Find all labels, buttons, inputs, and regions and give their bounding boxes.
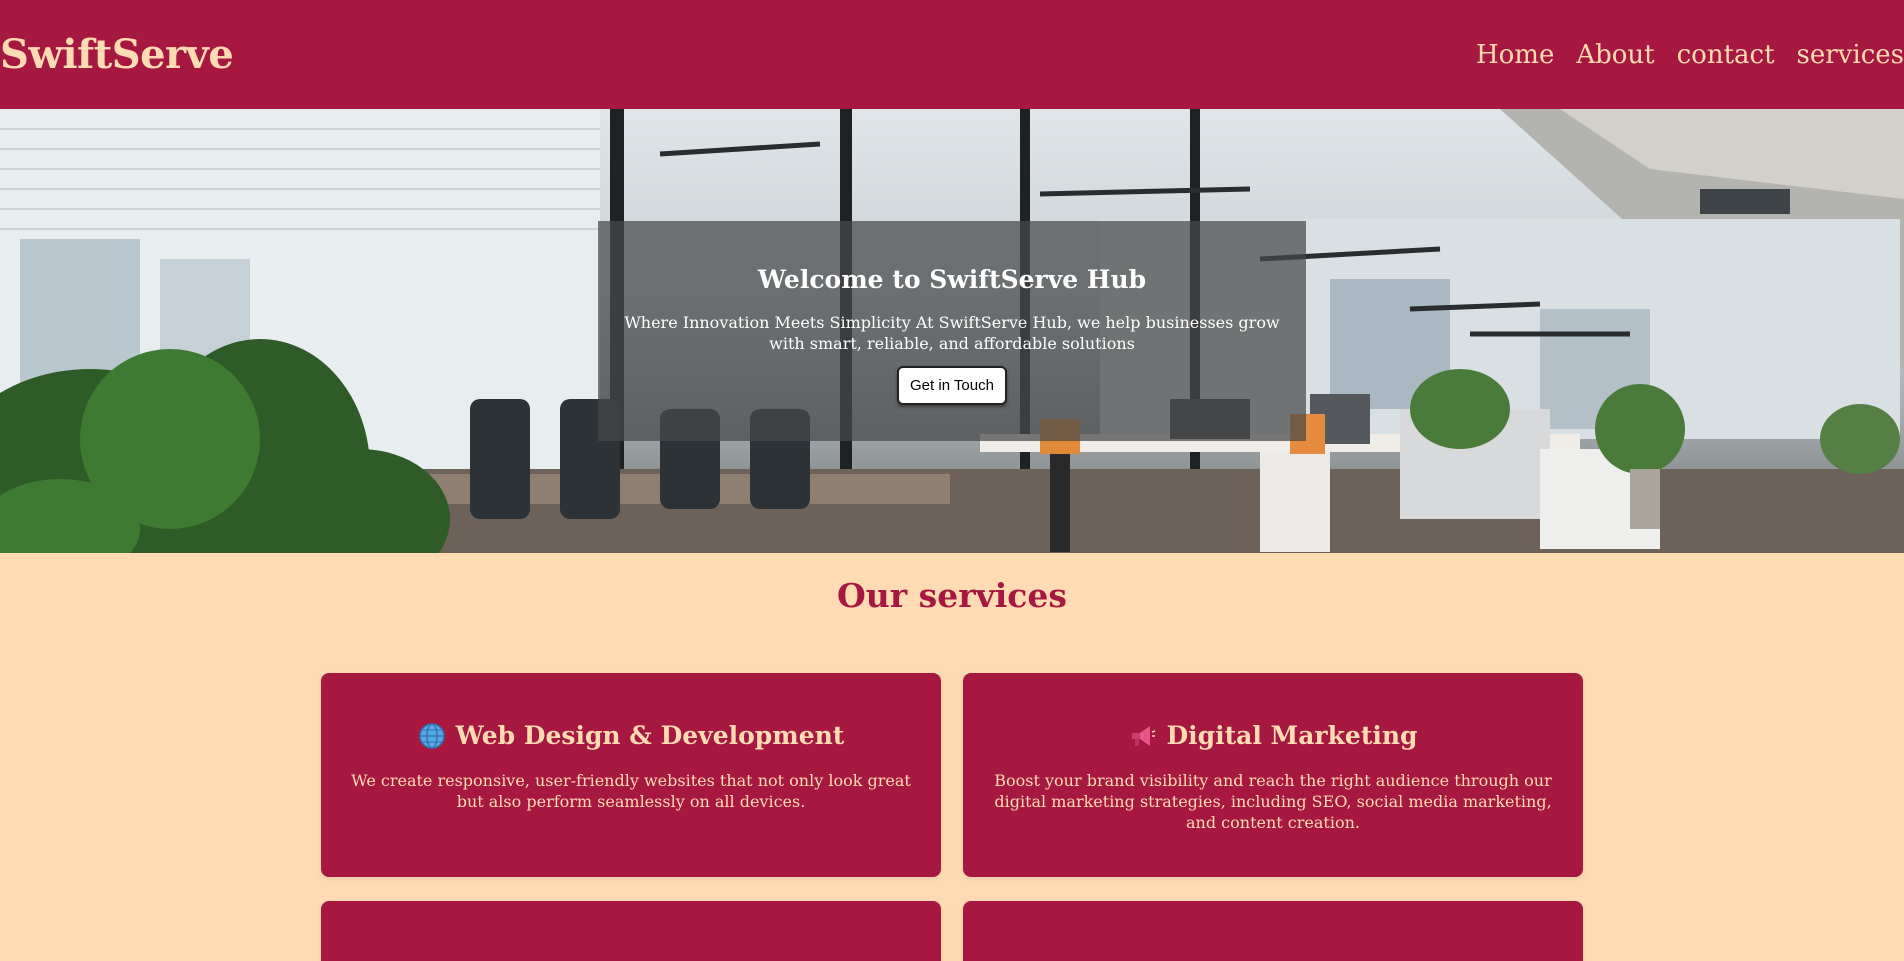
megaphone-icon — [1132, 725, 1156, 746]
hero-banner: Welcome to SwiftServe Hub Where Innovati… — [0, 109, 1904, 553]
services-heading: Our services — [837, 576, 1067, 615]
service-title-text: Web Design & Development — [455, 721, 845, 750]
service-card-title: Web Design & Development — [321, 721, 941, 750]
nav-about-link[interactable]: About — [1576, 40, 1654, 70]
main-nav: Home About contact services — [1476, 40, 1904, 70]
hero-overlay-card: Welcome to SwiftServe Hub Where Innovati… — [598, 221, 1306, 441]
service-title-text: Digital Marketing — [1166, 721, 1418, 750]
service-description: Boost your brand visibility and reach th… — [994, 771, 1552, 832]
nav-contact-link[interactable]: contact — [1677, 40, 1775, 70]
service-card-digital-marketing[interactable]: Digital Marketing Boost your brand visib… — [963, 673, 1583, 877]
get-in-touch-button[interactable]: Get in Touch — [897, 366, 1007, 405]
nav-services-link[interactable]: services — [1797, 40, 1904, 70]
service-card-web-design[interactable]: Web Design & Development We create respo… — [321, 673, 941, 877]
service-card-title: Digital Marketing — [963, 721, 1583, 750]
service-card-partial[interactable] — [963, 901, 1583, 961]
hero-subtitle: Where Innovation Meets Simplicity At Swi… — [624, 313, 1280, 353]
hero-title: Welcome to SwiftServe Hub — [757, 265, 1147, 294]
brand-logo[interactable]: SwiftServe — [0, 31, 234, 78]
nav-home-link[interactable]: Home — [1476, 40, 1554, 70]
site-header: SwiftServe Home About contact services — [0, 0, 1904, 109]
service-card-partial[interactable] — [321, 901, 941, 961]
service-description: We create responsive, user-friendly webs… — [351, 771, 911, 811]
globe-icon — [418, 722, 445, 749]
